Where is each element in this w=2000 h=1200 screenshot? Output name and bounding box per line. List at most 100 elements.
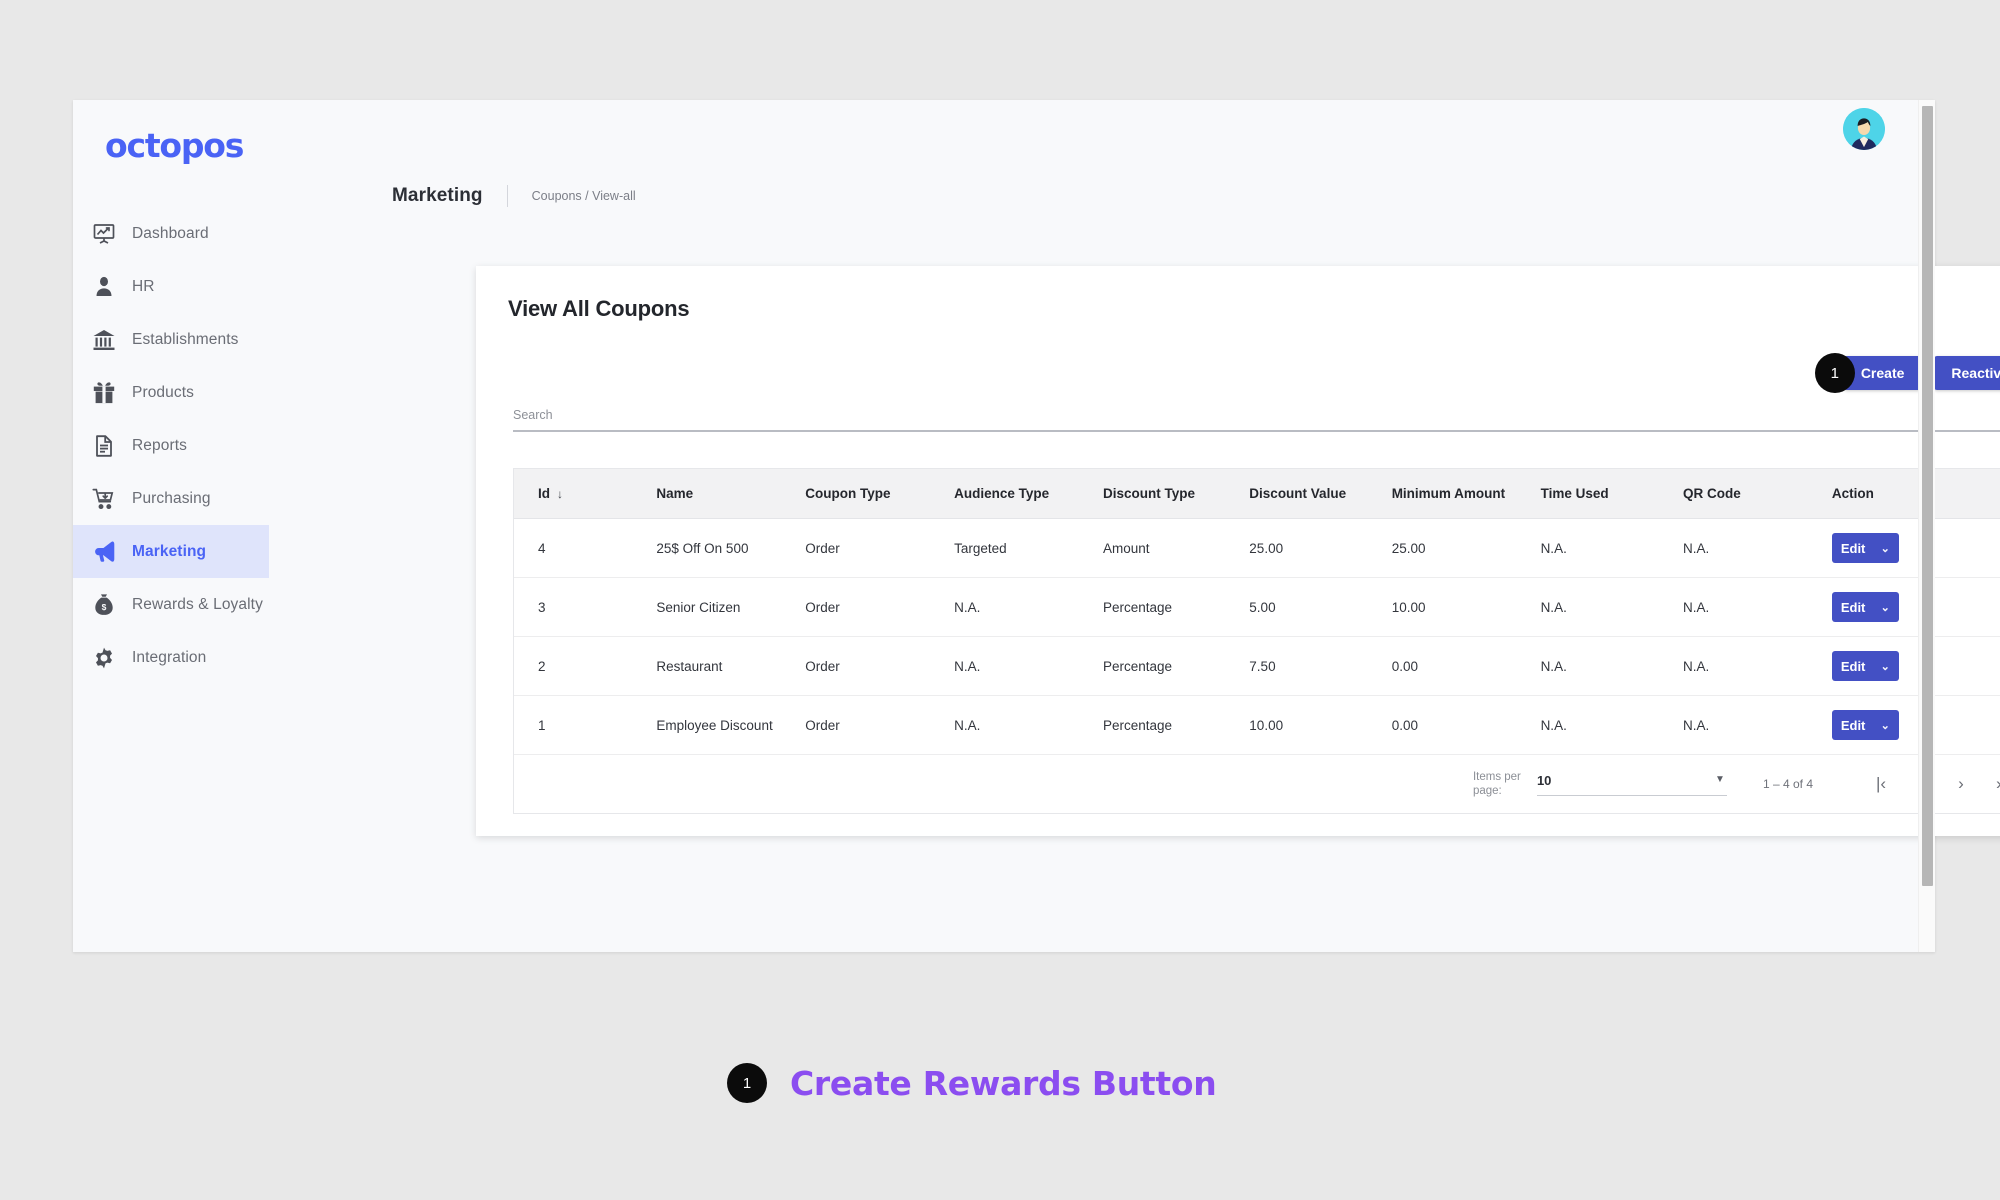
cell-minimum-amount: 0.00 — [1391, 695, 1541, 755]
cell-discount-type: Amount — [1103, 518, 1250, 578]
main-content: Marketing Coupons / View-all View All Co… — [269, 100, 2000, 952]
cell-action: Edit ⌄ — [1831, 518, 2000, 578]
reactive-button[interactable]: Reactive — [1934, 356, 2000, 390]
cell-name: Restaurant — [656, 636, 806, 696]
presentation-chart-icon — [91, 221, 117, 247]
sidebar-nav: Dashboard HR Establishments Products Rep… — [73, 207, 269, 684]
chevron-down-icon: ⌄ — [1880, 542, 1890, 555]
cell-discount-value: 25.00 — [1249, 518, 1392, 578]
column-header-time-used[interactable]: Time Used — [1540, 469, 1683, 519]
sidebar-item-products[interactable]: Products — [73, 366, 269, 419]
sidebar-item-dashboard[interactable]: Dashboard — [73, 207, 269, 260]
paginator: Items per page: 10 ▼ 1 – 4 of 4 |‹ ‹ › ›… — [514, 755, 2000, 813]
column-header-name[interactable]: Name — [656, 469, 806, 519]
annotation-legend-badge: 1 — [727, 1063, 767, 1103]
cart-download-icon — [91, 486, 117, 512]
column-header-action: Action — [1831, 469, 2000, 519]
coupons-card: View All Coupons 1 Create Reactive Searc… — [476, 266, 2000, 836]
app-logo: octopos — [105, 126, 244, 165]
cell-coupon-type: Order — [805, 636, 955, 696]
table-row[interactable]: 3 Senior Citizen Order N.A. Percentage 5… — [514, 577, 2000, 637]
cell-audience-type: Targeted — [954, 518, 1104, 578]
column-header-minimum-amount[interactable]: Minimum Amount — [1391, 469, 1541, 519]
avatar[interactable] — [1843, 108, 1885, 150]
chevron-down-icon: ▼ — [1715, 773, 1725, 785]
next-page-button[interactable]: › — [1941, 764, 1981, 804]
first-page-button[interactable]: |‹ — [1861, 764, 1901, 804]
edit-button[interactable]: Edit ⌄ — [1831, 651, 1899, 681]
table-row[interactable]: 4 25$ Off On 500 Order Targeted Amount 2… — [514, 518, 2000, 578]
money-bag-icon: $ — [91, 592, 117, 618]
cell-qr-code: N.A. — [1682, 695, 1832, 755]
column-header-id[interactable]: Id ↓ — [514, 469, 657, 519]
cell-audience-type: N.A. — [954, 636, 1104, 696]
sidebar-item-label: Rewards & Loyalty — [132, 595, 263, 613]
cell-id: 2 — [514, 636, 657, 696]
app-window: octopos Dashboard HR Establishments Prod… — [73, 100, 2000, 952]
last-page-button[interactable]: ›| — [1981, 764, 2000, 804]
edit-button[interactable]: Edit ⌄ — [1831, 710, 1899, 740]
search-label: Search — [513, 408, 553, 422]
cell-time-used: N.A. — [1540, 577, 1683, 637]
cell-qr-code: N.A. — [1682, 636, 1832, 696]
search-underline — [513, 430, 2000, 432]
sidebar-item-label: Establishments — [132, 330, 239, 348]
items-per-page-underline — [1536, 794, 1727, 796]
sidebar-item-marketing[interactable]: Marketing — [73, 525, 269, 578]
search-field[interactable]: Search — [513, 408, 2000, 432]
cell-minimum-amount: 25.00 — [1391, 518, 1541, 578]
sidebar-item-purchasing[interactable]: Purchasing — [73, 472, 269, 525]
chevron-down-icon: ⌄ — [1880, 719, 1890, 732]
column-header-qr-code[interactable]: QR Code — [1682, 469, 1832, 519]
cell-minimum-amount: 0.00 — [1391, 636, 1541, 696]
sidebar-item-label: Dashboard — [132, 224, 209, 242]
topbar — [269, 100, 1935, 170]
cell-audience-type: N.A. — [954, 695, 1104, 755]
cell-action: Edit ⌄ — [1831, 577, 2000, 637]
create-button[interactable]: Create — [1843, 356, 1922, 390]
items-per-page-select[interactable]: 10 ▼ — [1536, 773, 1727, 796]
column-header-discount-value[interactable]: Discount Value — [1249, 469, 1392, 519]
edit-button-label: Edit — [1840, 540, 1866, 556]
sidebar-item-label: Purchasing — [132, 489, 211, 507]
column-header-audience-type[interactable]: Audience Type — [954, 469, 1104, 519]
cell-coupon-type: Order — [805, 577, 955, 637]
sidebar-item-rewards-loyalty[interactable]: $ Rewards & Loyalty — [73, 578, 269, 631]
svg-text:$: $ — [102, 602, 107, 612]
cell-discount-value: 10.00 — [1249, 695, 1392, 755]
megaphone-icon — [91, 539, 117, 565]
cell-name: Employee Discount — [656, 695, 806, 755]
edit-button-label: Edit — [1840, 599, 1866, 615]
window-scrollbar-thumb[interactable] — [1922, 106, 1933, 886]
cell-id: 1 — [514, 695, 657, 755]
cell-name: 25$ Off On 500 — [656, 518, 806, 578]
sidebar-item-label: Integration — [132, 648, 207, 666]
breadcrumb-path[interactable]: Coupons / View-all — [532, 189, 636, 203]
cell-discount-value: 5.00 — [1249, 577, 1392, 637]
sidebar-item-label: Marketing — [132, 542, 207, 560]
sidebar-item-hr[interactable]: HR — [73, 260, 269, 313]
coupons-table-wrap: Id ↓ Name Coupon Type Audience Type Disco… — [513, 468, 2000, 814]
edit-button[interactable]: Edit ⌄ — [1831, 533, 1899, 563]
sidebar-item-label: Reports — [132, 436, 187, 454]
column-header-discount-type[interactable]: Discount Type — [1103, 469, 1250, 519]
table-header-row: Id ↓ Name Coupon Type Audience Type Disco… — [514, 469, 2000, 519]
sidebar-item-reports[interactable]: Reports — [73, 419, 269, 472]
table-row[interactable]: 2 Restaurant Order N.A. Percentage 7.50 … — [514, 636, 2000, 696]
page-title: View All Coupons — [508, 296, 690, 321]
table-body: 4 25$ Off On 500 Order Targeted Amount 2… — [514, 518, 2000, 755]
column-header-coupon-type[interactable]: Coupon Type — [805, 469, 955, 519]
cell-qr-code: N.A. — [1682, 518, 1832, 578]
edit-button-label: Edit — [1840, 717, 1866, 733]
edit-button[interactable]: Edit ⌄ — [1831, 592, 1899, 622]
window-scrollbar[interactable] — [1918, 100, 1935, 952]
coupons-table: Id ↓ Name Coupon Type Audience Type Disco… — [514, 469, 2000, 755]
cell-time-used: N.A. — [1540, 695, 1683, 755]
chevron-down-icon: ⌄ — [1880, 601, 1890, 614]
annotation-legend: 1 Create Rewards Button — [727, 1063, 1217, 1103]
sidebar-item-establishments[interactable]: Establishments — [73, 313, 269, 366]
cell-audience-type: N.A. — [954, 577, 1104, 637]
table-row[interactable]: 1 Employee Discount Order N.A. Percentag… — [514, 695, 2000, 755]
sidebar-item-integration[interactable]: Integration — [73, 631, 269, 684]
chevron-down-icon: ⌄ — [1880, 660, 1890, 673]
